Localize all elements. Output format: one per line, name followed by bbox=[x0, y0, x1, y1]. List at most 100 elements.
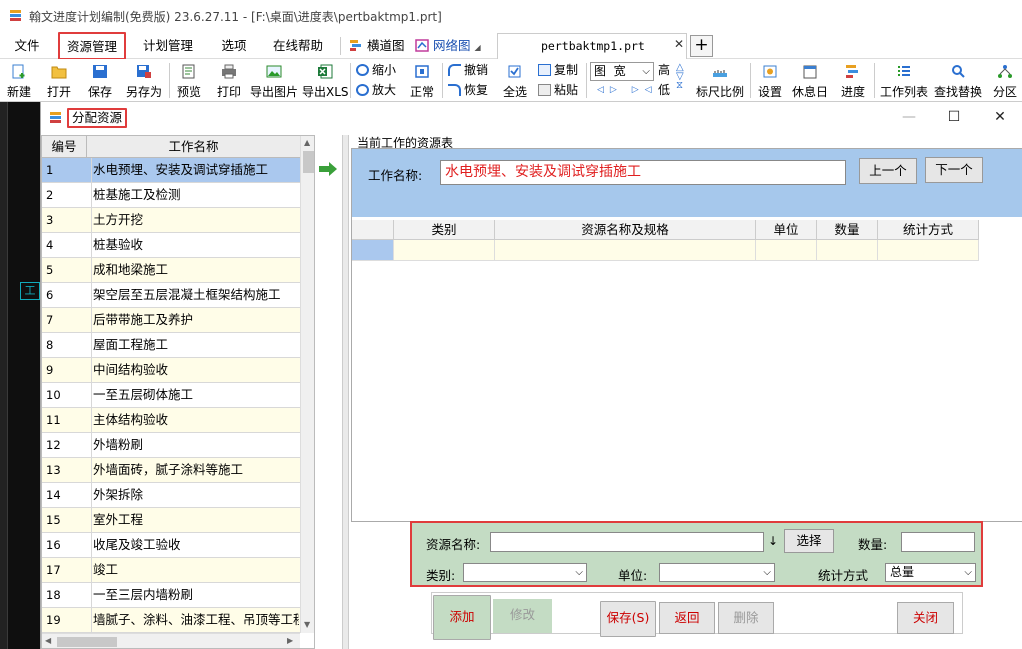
add-tab-button[interactable]: + bbox=[690, 35, 713, 57]
export-xls-button[interactable]: 导出XLS bbox=[302, 59, 349, 102]
previous-button[interactable]: 上一个 bbox=[859, 158, 917, 184]
resource-name-input[interactable] bbox=[490, 532, 764, 552]
table-row[interactable]: 3 土方开挖 bbox=[42, 208, 300, 233]
scroll-left-icon[interactable]: ◀ bbox=[45, 636, 51, 645]
table-row[interactable]: 9 中间结构验收 bbox=[42, 358, 300, 383]
table-cell-resource-name[interactable] bbox=[495, 240, 756, 261]
scroll-up-icon[interactable]: ▲ bbox=[304, 138, 310, 147]
table-row[interactable]: 2 桩基施工及检测 bbox=[42, 183, 300, 208]
table-cell-category[interactable] bbox=[394, 240, 495, 261]
task-list-button[interactable]: 工作列表 bbox=[879, 59, 929, 102]
arrow-down-icon[interactable]: ↓ bbox=[768, 534, 778, 548]
modify-button[interactable]: 修改 bbox=[493, 599, 552, 633]
toolbar-divider bbox=[442, 63, 443, 98]
table-cell-unit[interactable] bbox=[756, 240, 817, 261]
scroll-down-icon[interactable]: ▼ bbox=[304, 620, 310, 629]
export-image-button[interactable]: 导出图片 bbox=[249, 59, 299, 102]
print-button[interactable]: 打印 bbox=[214, 59, 244, 102]
zoom-out-button[interactable]: 缩小 bbox=[356, 61, 396, 80]
dialog-close-icon[interactable]: ✕ bbox=[985, 107, 1015, 127]
vertical-scrollbar-thumb[interactable] bbox=[303, 151, 314, 173]
maximize-button[interactable]: ☐ bbox=[939, 107, 969, 127]
column-header-quantity[interactable]: 数量 bbox=[817, 220, 878, 240]
close-button[interactable]: 关闭 bbox=[897, 602, 954, 634]
partition-button[interactable]: 分区 bbox=[990, 59, 1020, 102]
saveas-button[interactable]: 另存为 bbox=[124, 59, 164, 102]
select-button[interactable]: 选择 bbox=[784, 529, 834, 553]
table-row[interactable]: 18 一至三层内墙粉刷 bbox=[42, 583, 300, 608]
tab-gantt[interactable]: 横道图 bbox=[349, 34, 405, 58]
table-row[interactable]: 4 桩基验收 bbox=[42, 233, 300, 258]
assign-arrow-icon[interactable] bbox=[318, 162, 338, 176]
chevron-down-icon: ⌵ bbox=[964, 567, 972, 578]
menu-file[interactable]: 文件 bbox=[8, 33, 46, 59]
category-select[interactable]: ⌵ bbox=[463, 563, 587, 582]
open-button[interactable]: 打开 bbox=[44, 59, 74, 102]
find-replace-button[interactable]: 查找替换 bbox=[933, 59, 983, 102]
menu-options[interactable]: 选项 bbox=[212, 33, 256, 59]
table-row[interactable]: 12 外墙粉刷 bbox=[42, 433, 300, 458]
table-row[interactable]: 6 架空层至五层混凝土框架结构施工 bbox=[42, 283, 300, 308]
table-row[interactable]: 1 水电预埋、安装及调试穿插施工 bbox=[42, 158, 300, 183]
view-mode-select[interactable]: 图 宽 ⌵ bbox=[590, 62, 654, 81]
add-button[interactable]: 添加 bbox=[433, 595, 491, 640]
column-header-resource-name[interactable]: 资源名称及规格 bbox=[495, 220, 756, 240]
view-width-arrows-icon[interactable]: ◁▷ ▷◁ bbox=[597, 85, 658, 95]
scroll-right-icon[interactable]: ▶ bbox=[287, 636, 293, 645]
table-row[interactable]: 13 外墙面砖，腻子涂料等施工 bbox=[42, 458, 300, 483]
table-row[interactable]: 15 室外工程 bbox=[42, 508, 300, 533]
column-header-unit[interactable]: 单位 bbox=[756, 220, 817, 240]
panel-splitter[interactable] bbox=[342, 135, 349, 649]
menu-online-help[interactable]: 在线帮助 bbox=[268, 33, 328, 59]
stat-method-select[interactable]: 总量 ⌵ bbox=[885, 563, 976, 582]
table-row[interactable]: 7 后带带施工及养护 bbox=[42, 308, 300, 333]
new-button[interactable]: 新建 bbox=[4, 59, 34, 102]
work-name-field[interactable]: 水电预埋、安装及调试穿插施工 bbox=[440, 160, 846, 185]
settings-button[interactable]: 设置 bbox=[755, 59, 785, 102]
tab-network[interactable]: 网络图 ◢ bbox=[415, 34, 481, 58]
minimize-button[interactable]: — bbox=[894, 107, 924, 127]
zoom-in-button[interactable]: 放大 bbox=[356, 81, 396, 100]
row-selector-cell[interactable] bbox=[352, 240, 394, 261]
paste-button[interactable]: 粘贴 bbox=[538, 81, 578, 100]
horizontal-scrollbar[interactable]: ◀ ▶ bbox=[42, 633, 300, 648]
table-row[interactable]: 8 屋面工程施工 bbox=[42, 333, 300, 358]
ruler-scale-button[interactable]: 标尺比例 bbox=[695, 59, 745, 102]
undo-button[interactable]: 撤销 bbox=[448, 61, 488, 80]
save-button[interactable]: 保存(S) bbox=[600, 601, 656, 637]
delete-button[interactable]: 删除 bbox=[718, 602, 774, 634]
table-cell-quantity[interactable] bbox=[817, 240, 878, 261]
checkbox-icon bbox=[508, 65, 521, 78]
menu-plan-management[interactable]: 计划管理 bbox=[138, 33, 198, 59]
select-all-button[interactable]: 全选 bbox=[500, 59, 530, 102]
table-row[interactable]: 14 外架拆除 bbox=[42, 483, 300, 508]
table-row[interactable]: 5 成和地梁施工 bbox=[42, 258, 300, 283]
horizontal-scrollbar-thumb[interactable] bbox=[57, 637, 117, 647]
normal-zoom-button[interactable]: 正常 bbox=[407, 59, 437, 102]
next-button[interactable]: 下一个 bbox=[925, 157, 983, 183]
document-tab[interactable]: pertbaktmp1.prt bbox=[497, 33, 687, 59]
unit-select[interactable]: ⌵ bbox=[659, 563, 775, 582]
redo-button[interactable]: 恢复 bbox=[448, 81, 488, 100]
menu-resource-management[interactable]: 资源管理 bbox=[58, 32, 126, 60]
holidays-button[interactable]: 休息日 bbox=[790, 59, 830, 102]
vertical-scrollbar[interactable]: ▲ ▼ bbox=[300, 136, 314, 633]
back-button[interactable]: 返回 bbox=[659, 602, 715, 634]
column-header-id[interactable]: 编号 bbox=[42, 136, 87, 158]
column-header-task-name[interactable]: 工作名称 bbox=[87, 136, 300, 158]
copy-button[interactable]: 复制 bbox=[538, 61, 578, 80]
preview-button[interactable]: 预览 bbox=[174, 59, 204, 102]
table-cell-stat-method[interactable] bbox=[878, 240, 979, 261]
table-row[interactable]: 17 竣工 bbox=[42, 558, 300, 583]
table-row[interactable]: 10 一至五层砌体施工 bbox=[42, 383, 300, 408]
save-toolbar-button[interactable]: 保存 bbox=[85, 59, 115, 102]
table-row[interactable]: 11 主体结构验收 bbox=[42, 408, 300, 433]
table-row[interactable]: 19 墙腻子、涂料、油漆工程、吊顶等工程 bbox=[42, 608, 300, 633]
column-header-category[interactable]: 类别 bbox=[394, 220, 495, 240]
progress-button[interactable]: 进度 bbox=[838, 59, 868, 102]
document-tab-close-icon[interactable]: ✕ bbox=[674, 37, 684, 51]
quantity-input[interactable] bbox=[901, 532, 975, 552]
height-arrows-icon[interactable]: △ ▽ ⧖ bbox=[676, 63, 684, 91]
table-row[interactable]: 16 收尾及竣工验收 bbox=[42, 533, 300, 558]
column-header-stat-method[interactable]: 统计方式 bbox=[878, 220, 979, 240]
